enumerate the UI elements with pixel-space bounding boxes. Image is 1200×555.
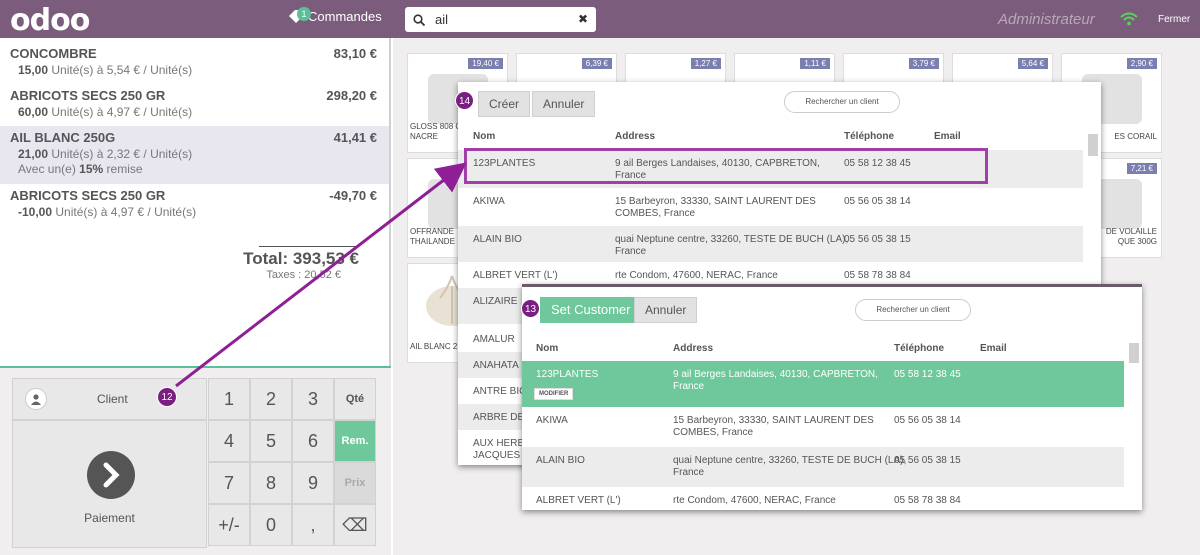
annotation-arrow xyxy=(175,162,467,388)
annotation-12: 12 xyxy=(157,387,177,407)
